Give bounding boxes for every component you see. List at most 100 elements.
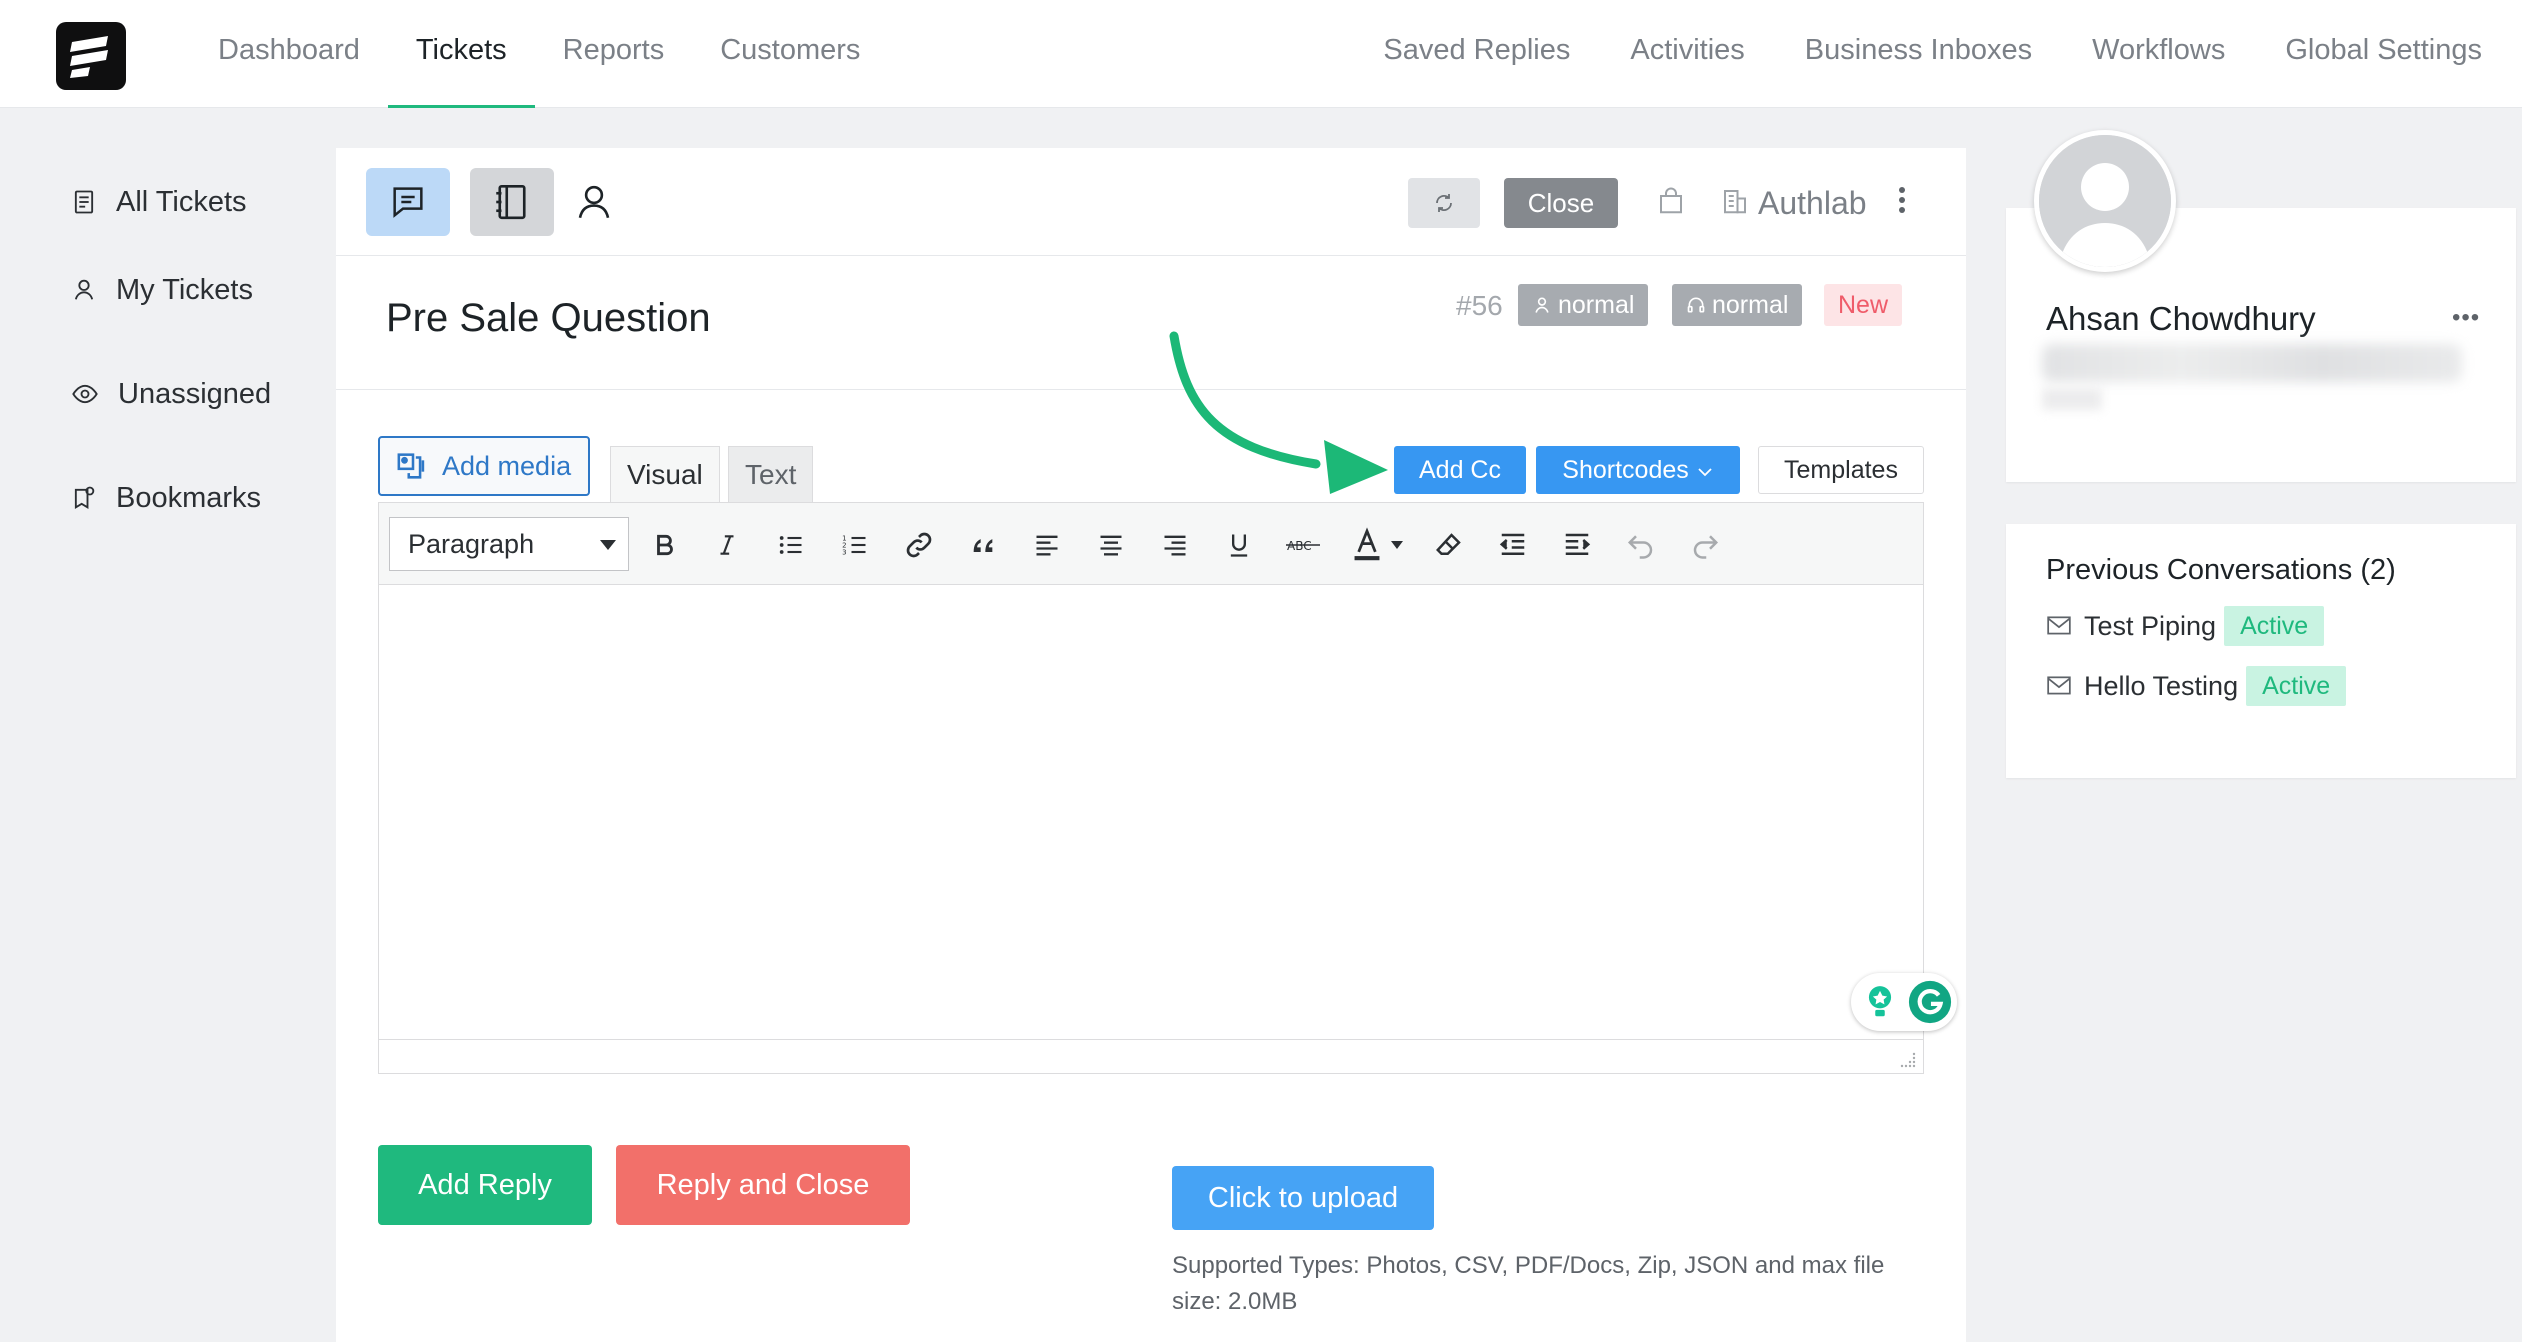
conversation-subject: Hello Testing bbox=[2084, 670, 2239, 701]
badge-label: normal bbox=[1712, 291, 1789, 319]
underline-icon[interactable] bbox=[1217, 523, 1261, 567]
sidebar-item-my-tickets[interactable]: My Tickets bbox=[70, 238, 271, 342]
ticket-panel: Close Authlab Pre Sale Question #56 norm… bbox=[336, 148, 1966, 1342]
lightbulb-icon bbox=[1868, 986, 1892, 1017]
nav-saved-replies[interactable]: Saved Replies bbox=[1353, 0, 1600, 108]
sidebar-item-label: Unassigned bbox=[118, 377, 272, 410]
redo-icon[interactable] bbox=[1683, 523, 1727, 567]
top-navigation: Dashboard Tickets Reports Customers Save… bbox=[0, 0, 2522, 108]
customer-name: Ahsan Chowdhury bbox=[2046, 300, 2316, 337]
italic-icon[interactable] bbox=[705, 523, 749, 567]
format-select[interactable]: Paragraph bbox=[389, 517, 629, 571]
status-badge: Active bbox=[2224, 606, 2325, 646]
avatar bbox=[2034, 130, 2176, 272]
mail-icon bbox=[2047, 616, 2071, 635]
outdent-icon[interactable] bbox=[1491, 523, 1535, 567]
nav-workflows[interactable]: Workflows bbox=[2062, 0, 2255, 108]
nav-business-inboxes[interactable]: Business Inboxes bbox=[1775, 0, 2062, 108]
sidebar-item-all-tickets[interactable]: All Tickets bbox=[70, 166, 271, 238]
strikethrough-icon[interactable]: ABC bbox=[1281, 523, 1325, 567]
indent-icon[interactable] bbox=[1555, 523, 1599, 567]
sidebar-item-bookmarks[interactable]: Bookmarks bbox=[70, 446, 271, 550]
sidebar-item-label: All Tickets bbox=[116, 185, 247, 218]
logo-icon bbox=[70, 36, 108, 78]
bullet-list-icon[interactable] bbox=[769, 523, 813, 567]
align-center-icon[interactable] bbox=[1089, 523, 1133, 567]
shortcodes-label: Shortcodes bbox=[1562, 456, 1689, 484]
resize-handle-icon[interactable] bbox=[1899, 1051, 1917, 1069]
nav-tickets[interactable]: Tickets bbox=[387, 0, 535, 108]
upload-note: Supported Types: Photos, CSV, PDF/Docs, … bbox=[1172, 1252, 1885, 1315]
reply-and-close-button[interactable]: Reply and Close bbox=[616, 1145, 910, 1225]
customer-priority-badge[interactable]: normal bbox=[1518, 284, 1649, 326]
headset-icon bbox=[1687, 297, 1705, 313]
previous-conversation-item[interactable]: Hello Testing Active bbox=[2046, 666, 2347, 706]
list-icon bbox=[74, 190, 94, 214]
add-media-button[interactable]: Add media bbox=[378, 436, 590, 496]
notebook-icon bbox=[496, 184, 526, 220]
mailbox-name[interactable]: Authlab bbox=[1758, 178, 1867, 228]
add-reply-button[interactable]: Add Reply bbox=[378, 1145, 592, 1225]
avatar-placeholder-icon bbox=[2039, 135, 2171, 267]
dropdown-caret-icon bbox=[600, 540, 616, 550]
blockquote-icon[interactable] bbox=[961, 523, 1005, 567]
conversation-subject: Test Piping bbox=[2084, 610, 2217, 641]
undo-icon[interactable] bbox=[1619, 523, 1663, 567]
bag-icon[interactable] bbox=[1656, 184, 1686, 223]
align-right-icon[interactable] bbox=[1153, 523, 1197, 567]
customer-view-button[interactable] bbox=[564, 168, 624, 236]
app-logo[interactable] bbox=[56, 22, 126, 90]
nav-reports[interactable]: Reports bbox=[535, 0, 693, 108]
chat-icon bbox=[393, 187, 423, 218]
profile-more-icon[interactable]: ••• bbox=[2452, 304, 2480, 332]
customer-email-redacted bbox=[2042, 344, 2462, 382]
svg-text:ABC: ABC bbox=[1287, 539, 1312, 553]
nav-activities[interactable]: Activities bbox=[1600, 0, 1774, 108]
clear-formatting-icon[interactable] bbox=[1427, 523, 1471, 567]
upload-button[interactable]: Click to upload bbox=[1172, 1166, 1434, 1230]
tab-text[interactable]: Text bbox=[728, 446, 814, 502]
close-ticket-button[interactable]: Close bbox=[1504, 178, 1618, 228]
user-icon bbox=[1535, 297, 1549, 313]
sidebar-item-unassigned[interactable]: Unassigned bbox=[70, 342, 271, 446]
nav-global-settings[interactable]: Global Settings bbox=[2255, 0, 2512, 108]
agent-priority-badge[interactable]: normal bbox=[1672, 284, 1803, 326]
secondary-nav: Saved Replies Activities Business Inboxe… bbox=[1353, 0, 2512, 108]
format-select-value: Paragraph bbox=[408, 529, 535, 559]
ticket-toolbar: Close Authlab bbox=[336, 148, 1966, 256]
notes-view-button[interactable] bbox=[470, 168, 554, 236]
sidebar-item-label: My Tickets bbox=[116, 273, 253, 306]
mail-icon bbox=[2047, 676, 2071, 695]
refresh-button[interactable] bbox=[1408, 178, 1480, 228]
sidebar-item-label: Bookmarks bbox=[116, 481, 262, 514]
user-icon bbox=[74, 279, 94, 300]
customer-info-redacted bbox=[2042, 388, 2102, 410]
nav-dashboard[interactable]: Dashboard bbox=[190, 0, 388, 108]
building-icon bbox=[1720, 184, 1750, 223]
grammarly-widget[interactable] bbox=[1851, 973, 1957, 1031]
status-badge: Active bbox=[2246, 666, 2347, 706]
status-badge: New bbox=[1824, 284, 1903, 326]
bookmark-icon bbox=[74, 486, 95, 509]
editor-statusbar bbox=[379, 1039, 1923, 1073]
svg-text:3: 3 bbox=[842, 548, 846, 556]
link-icon[interactable] bbox=[897, 523, 941, 567]
templates-button[interactable]: Templates bbox=[1758, 446, 1924, 494]
bold-icon[interactable] bbox=[643, 523, 687, 567]
tab-visual[interactable]: Visual bbox=[610, 446, 720, 503]
previous-conversation-item[interactable]: Test Piping Active bbox=[2046, 606, 2325, 646]
text-color-dropdown-icon[interactable] bbox=[1383, 523, 1411, 567]
ticket-number: #56 bbox=[1456, 290, 1503, 321]
nav-customers[interactable]: Customers bbox=[692, 0, 888, 108]
left-sidebar: All Tickets My Tickets Unassigned Bookma… bbox=[70, 166, 271, 550]
numbered-list-icon[interactable]: 123 bbox=[833, 523, 877, 567]
add-cc-button[interactable]: Add Cc bbox=[1394, 446, 1526, 494]
shortcodes-button[interactable]: Shortcodes bbox=[1536, 446, 1740, 494]
editor-text-area[interactable] bbox=[379, 585, 1923, 1039]
align-left-icon[interactable] bbox=[1025, 523, 1069, 567]
person-icon bbox=[578, 185, 610, 219]
conversation-view-button[interactable] bbox=[366, 168, 450, 236]
ticket-header: Pre Sale Question #56 normal normal New bbox=[336, 256, 1966, 390]
more-options-icon[interactable] bbox=[1896, 182, 1908, 223]
ticket-title: Pre Sale Question bbox=[386, 296, 711, 340]
